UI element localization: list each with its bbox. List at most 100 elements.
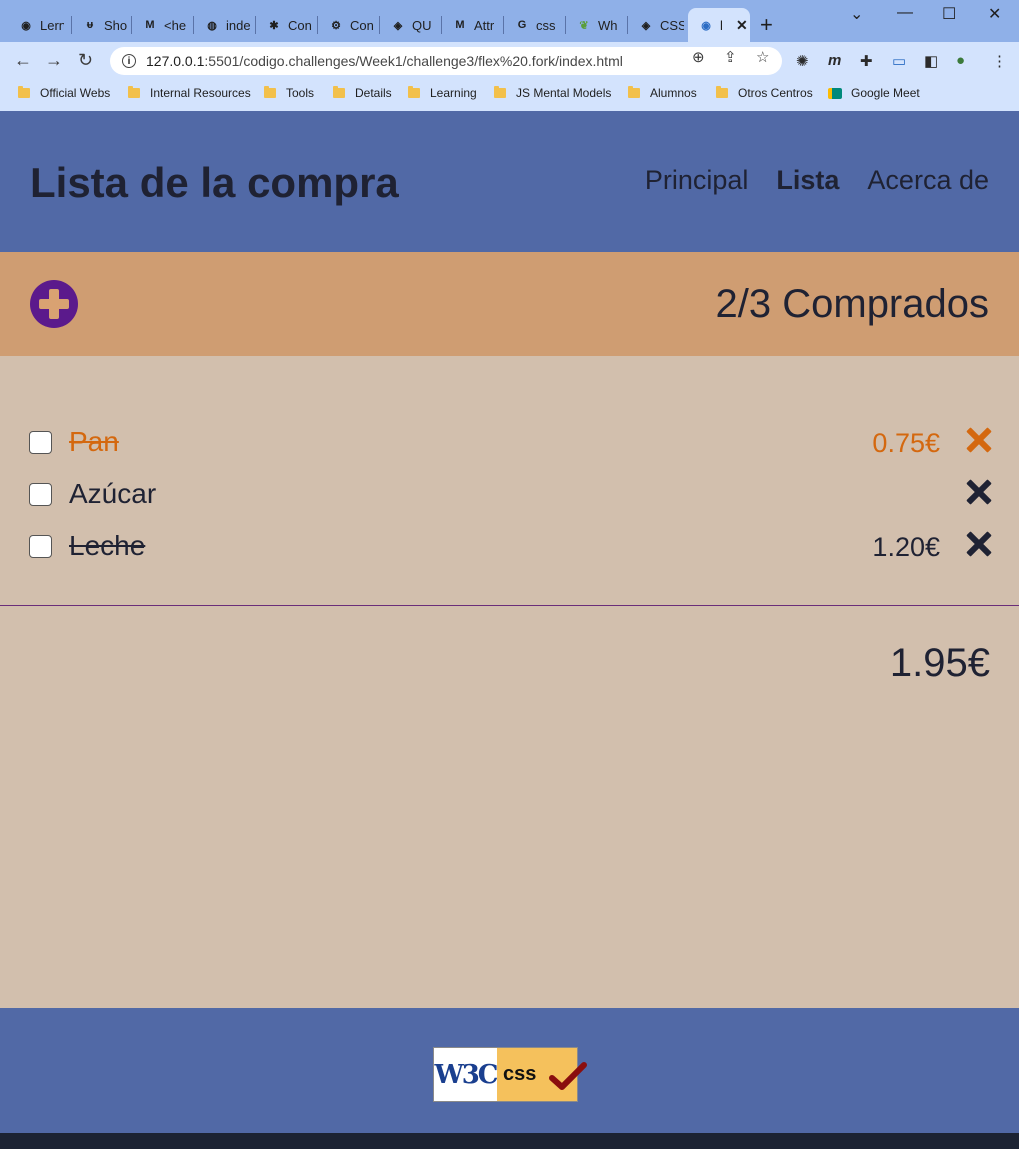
browser-tab[interactable]: Gcss [504,8,564,42]
delete-item-icon[interactable] [966,424,992,454]
summary-bar: 2/3 Comprados [0,252,1019,356]
purchased-count: 2/3 Comprados [715,282,989,326]
item-checkbox[interactable] [29,431,52,454]
list-item: Pan 0.75€ [0,418,1019,470]
folder-icon [628,86,640,98]
browser-tab[interactable]: ◉ Lern [8,8,68,42]
page: Lista de la compra Principal Lista Acerc… [0,111,1019,1133]
react-devtools-icon[interactable]: ✺ [796,52,809,70]
zoom-icon[interactable]: ⊕ [692,48,705,66]
nav-link-principal[interactable]: Principal [645,165,749,196]
nav-link-lista[interactable]: Lista [776,165,839,196]
codepen-icon: ◈ [393,19,403,32]
avatar[interactable]: ● [956,52,965,69]
url-input[interactable]: i 127.0.0.1:5501/codigo.challenges/Week1… [110,47,782,75]
address-bar-row: ← → ↻ i 127.0.0.1:5501/codigo.challenges… [0,42,1019,80]
bookmark-folder[interactable]: Internal Resources [128,86,251,100]
folder-icon [264,86,276,98]
bookmark-folder[interactable]: JS Mental Models [494,86,611,100]
browser-tab-active[interactable]: ◉ l ✕ [688,8,750,42]
gear-icon: ⚙ [331,19,341,32]
css-badge-label: css [497,1048,587,1101]
bookmark-folder[interactable]: Details [333,86,392,100]
w3c-logo: W3C [434,1048,498,1101]
share-icon[interactable]: ⇪ [724,48,737,66]
browser-tab[interactable]: ⚙ Con [318,8,378,42]
delete-item-icon[interactable] [966,528,992,558]
browser-tab[interactable]: ◈ CSS [628,8,688,42]
folder-icon [408,86,420,98]
google-icon: G [517,19,527,31]
maximize-button[interactable]: ☐ [942,4,956,24]
browser-tab[interactable]: ᵾ Sho [72,8,132,42]
os-taskbar [0,1133,1019,1149]
leaf-icon: ❦ [579,19,589,32]
forward-icon[interactable]: → [45,50,63,71]
folder-icon [18,86,30,98]
paw-icon: ✱ [269,19,279,32]
nav-link-acerca-de[interactable]: Acerca de [867,165,989,196]
delete-item-icon[interactable] [966,476,992,506]
side-panel-icon[interactable]: ◧ [924,52,938,70]
list-item: Azúcar [0,470,1019,522]
info-icon[interactable]: i [122,54,136,68]
new-tab-button[interactable]: + [760,12,773,38]
bookmark-folder[interactable]: Official Webs [18,86,110,100]
item-checkbox[interactable] [29,535,52,558]
reload-icon[interactable]: ↻ [78,50,93,71]
checkmark-icon [549,1062,587,1090]
total-price: 1.95€ [889,641,990,685]
folder-icon [494,86,506,98]
app-icon: ᵾ [86,19,94,31]
extension-m-icon[interactable]: m [828,52,841,69]
globe-icon: ◉ [701,19,711,32]
page-title: Lista de la compra [30,159,399,206]
item-checkbox[interactable] [29,483,52,506]
browser-tab[interactable]: ❦ Wh [566,8,626,42]
bookmark-google-meet[interactable]: Google Meet [828,86,920,100]
item-price: 0.75€ [872,428,940,458]
minimize-button[interactable]: — [897,4,913,22]
chevron-down-icon[interactable]: ⌄ [850,4,863,24]
w3c-css-validator-badge[interactable]: W3C css [433,1047,587,1102]
close-window-button[interactable]: ✕ [988,4,1001,24]
shopping-list: Pan 0.75€ Azúcar Leche 1.20€ [0,356,1019,606]
item-name: Leche [69,530,146,561]
back-icon[interactable]: ← [14,50,32,71]
bookmark-folder[interactable]: Learning [408,86,477,100]
browser-tab-strip: ◉ Lern ᵾ Sho M <he ◍ inde ✱ Con ⚙ Con ◈ QU M Att… [0,0,1019,42]
google-meet-icon [828,87,842,99]
menu-icon[interactable]: ⋮ [992,52,1007,70]
browser-tab[interactable]: M <he [132,8,192,42]
mdn-icon: M [145,19,155,31]
bookmarks-bar: Official Webs Internal Resources Tools D… [0,80,1019,111]
add-item-button[interactable] [30,280,78,328]
browser-tab[interactable]: ◈ QU [380,8,440,42]
puzzle-icon[interactable]: ✚ [860,52,873,70]
close-tab-icon[interactable]: ✕ [736,17,748,34]
bookmark-folder[interactable]: Otros Centros [716,86,813,100]
folder-icon [716,86,728,98]
browser-tab[interactable]: ✱ Con [256,8,316,42]
bookmark-folder[interactable]: Alumnos [628,86,697,100]
css-badge-text: css [503,1063,537,1085]
item-name: Pan [69,426,119,457]
divider [0,605,1019,606]
bookmark-folder[interactable]: Tools [264,86,314,100]
github-icon: ◍ [207,19,217,32]
folder-icon [333,86,345,98]
codepen-icon: ◈ [641,19,651,32]
site-header: Lista de la compra Principal Lista Acerc… [0,111,1019,252]
item-price: 1.20€ [872,532,940,562]
main-nav: Principal Lista Acerca de [645,165,989,196]
star-icon[interactable]: ☆ [756,48,769,66]
list-item: Leche 1.20€ [0,522,1019,574]
mdn-icon: M [455,19,465,31]
globe-icon: ◉ [21,19,31,32]
cast-icon[interactable]: ▭ [892,52,906,70]
item-name: Azúcar [69,478,157,509]
browser-tab[interactable]: ◍ inde [194,8,254,42]
site-footer: W3C css [0,1008,1019,1133]
folder-icon [128,86,140,98]
browser-tab[interactable]: M Attr [442,8,502,42]
